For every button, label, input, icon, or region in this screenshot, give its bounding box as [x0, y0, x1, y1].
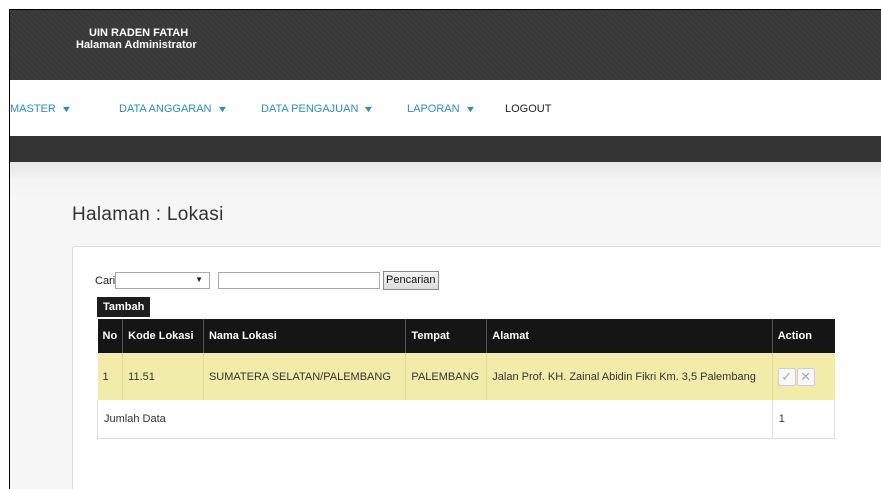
footer-label: Jumlah Data [97, 400, 773, 439]
table-header-row: No Kode Lokasi Nama Lokasi Tempat Alamat… [97, 319, 835, 353]
main-nav: MASTER ▼ DATA ANGGARAN ▼ DATA PENGAJUAN ▼ L… [10, 80, 881, 136]
nav-item-logout[interactable]: LOGOUT [505, 103, 551, 115]
nav-item-label: LOGOUT [505, 103, 552, 115]
column-header-no: No [97, 319, 124, 353]
cell-no: 1 [97, 353, 124, 400]
nav-item-label: DATA ANGGARAN [119, 103, 212, 115]
nav-item-label: DATA PENGAJUAN [261, 103, 359, 115]
chevron-down-icon: ▼ [363, 104, 375, 114]
column-header-action: Action [772, 319, 835, 353]
nav-item-label: LAPORAN [407, 103, 460, 115]
brand-line2: Halaman Administrator [76, 39, 197, 51]
column-header-tempat: Tempat [405, 319, 488, 353]
nav-item-data-anggaran[interactable]: DATA ANGGARAN ▼ [119, 103, 228, 115]
search-input[interactable] [218, 272, 380, 289]
search-label: Cari [95, 275, 116, 287]
main-content: Halaman : Lokasi Cari ▼ Pencarian Tambah… [10, 162, 881, 489]
chevron-down-icon: ▼ [216, 104, 228, 114]
page-title: Halaman : Lokasi [72, 204, 224, 225]
app-frame: UIN RADEN FATAH Halaman Administrator MA… [9, 9, 881, 489]
nav-item-label: MASTER [10, 103, 56, 115]
brand-line1: UIN RADEN FATAH [89, 27, 189, 39]
search-button[interactable]: Pencarian [383, 271, 439, 290]
chevron-down-icon: ▼ [60, 104, 73, 114]
lokasi-table: No Kode Lokasi Nama Lokasi Tempat Alamat… [97, 319, 836, 439]
column-header-kode-lokasi: Kode Lokasi [122, 319, 204, 353]
cell-nama-lokasi: SUMATERA SELATAN/PALEMBANG [203, 353, 407, 400]
dropdown-arrow-icon: ▼ [195, 275, 203, 284]
cell-alamat: Jalan Prof. KH. Zainal Abidin Fikri Km. … [486, 353, 773, 400]
cell-action: ✓ ✕ [772, 353, 835, 400]
column-header-alamat: Alamat [486, 319, 773, 353]
search-field-select[interactable]: ▼ [115, 272, 210, 289]
table-row: 1 11.51 SUMATERA SELATAN/PALEMBANG PALEM… [97, 353, 835, 400]
footer-count: 1 [771, 400, 836, 439]
header-bar: UIN RADEN FATAH Halaman Administrator [10, 10, 881, 80]
cell-kode-lokasi: 11.51 [122, 353, 204, 400]
check-icon[interactable]: ✓ [777, 367, 796, 386]
add-button[interactable]: Tambah [97, 297, 151, 317]
nav-item-master[interactable]: MASTER ▼ [10, 103, 73, 115]
content-panel: Cari ▼ Pencarian Tambah No Kode Lokasi N… [72, 246, 881, 489]
close-icon[interactable]: ✕ [796, 367, 815, 386]
brand: UIN RADEN FATAH Halaman Administrator [76, 27, 197, 51]
cell-tempat: PALEMBANG [405, 353, 488, 400]
table-footer-row: Jumlah Data 1 [97, 400, 836, 439]
sub-nav-bar [10, 136, 881, 162]
nav-item-data-pengajuan[interactable]: DATA PENGAJUAN ▼ [261, 103, 375, 115]
chevron-down-icon: ▼ [464, 104, 476, 114]
nav-item-laporan[interactable]: LAPORAN ▼ [407, 103, 476, 115]
column-header-nama-lokasi: Nama Lokasi [203, 319, 407, 353]
